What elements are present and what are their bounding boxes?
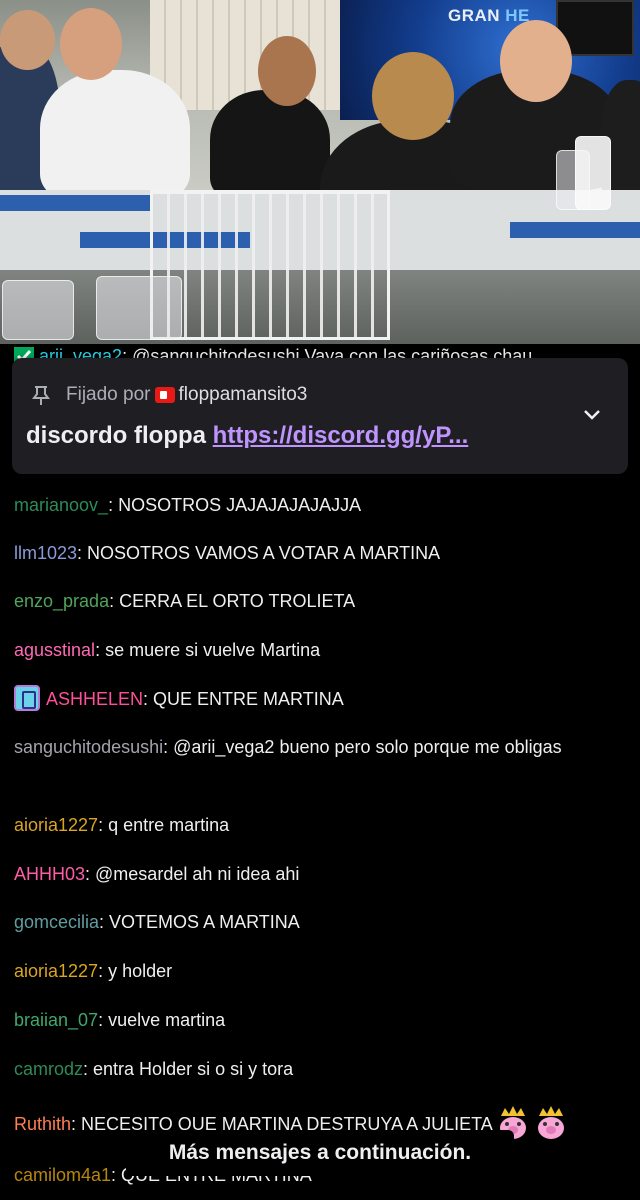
person-head (372, 52, 454, 140)
chat-message-text: : @mesardel ah ni idea ahi (85, 864, 300, 884)
pin-icon (32, 386, 50, 405)
chat-message-text: : NOSOTROS VAMOS A VOTAR A MARTINA (77, 543, 441, 563)
chat-message-text: : q entre martina (98, 815, 230, 835)
video-placemat (510, 222, 640, 238)
chat-message-text: : entra Holder si o si y tora (83, 1059, 294, 1079)
video-glass (575, 136, 611, 210)
chat-message: gomcecilia: VOTEMOS A MARTINA (14, 909, 614, 936)
chevron-down-icon[interactable] (582, 408, 602, 422)
video-glass (96, 276, 182, 340)
video-glass (2, 280, 74, 340)
chat-message: agusstinal: se muere si vuelve Martina (14, 637, 614, 664)
chat-message-text: : @arii_vega2 bueno pero solo porque me … (163, 737, 562, 757)
pinned-by-row: Fijado por floppamansito3 (30, 384, 307, 406)
person-head (60, 8, 122, 80)
chat-username[interactable]: gomcecilia (14, 912, 99, 932)
chat-username[interactable]: braiian_07 (14, 1010, 98, 1030)
chat-message: enzo_prada: CERRA EL ORTO TROLIETA (14, 588, 614, 615)
chat-username[interactable]: sanguchitodesushi (14, 737, 163, 757)
video-player[interactable]: GRAN HE (0, 0, 640, 345)
chat-message: aioria1227: q entre martina (14, 812, 614, 839)
chat-username[interactable]: aioria1227 (14, 815, 98, 835)
chat-username[interactable]: ASHHELEN (46, 689, 143, 709)
broadcaster-badge-icon (154, 387, 175, 403)
person-head (500, 20, 572, 102)
chat-message-text: : CERRA EL ORTO TROLIETA (109, 591, 356, 611)
chat-username[interactable]: AHHH03 (14, 864, 85, 884)
chat-message-text: : QUE ENTRE MARTINA (143, 689, 344, 709)
pinned-by-label: Fijado por (66, 384, 151, 405)
pinned-message-card[interactable]: Fijado por floppamansito3 discordo flopp… (12, 358, 628, 474)
chat-username[interactable]: aioria1227 (14, 961, 98, 981)
pinned-message-body: discordo floppa (26, 422, 213, 449)
chat-message: ASHHELEN: QUE ENTRE MARTINA (14, 685, 614, 713)
more-messages-button[interactable]: Más mensajes a continuación. (126, 1130, 514, 1176)
chat-message: sanguchitodesushi: @arii_vega2 bueno per… (14, 734, 614, 761)
chat-message-text: : VOTEMOS A MARTINA (99, 912, 300, 932)
chat-message-text: : y holder (98, 961, 173, 981)
chat-message: llm1023: NOSOTROS VAMOS A VOTAR A MARTIN… (14, 540, 614, 567)
video-placemat (0, 195, 150, 211)
person-figure (210, 90, 330, 200)
chat-message-text: : vuelve martina (98, 1010, 226, 1030)
chat-message: camrodz: entra Holder si o si y tora (14, 1056, 614, 1083)
subscriber-badge-icon (14, 685, 40, 711)
chat-message-text: : NOSOTROS JAJAJAJAJAJJA (108, 495, 362, 515)
chat-message: braiian_07: vuelve martina (14, 1007, 614, 1034)
crown-pig-emote-icon (537, 1106, 564, 1139)
chat-username[interactable]: llm1023 (14, 543, 77, 563)
chat-username[interactable]: marianoov_ (14, 495, 108, 515)
person-figure (40, 70, 190, 200)
show-logo: GRAN HE (448, 6, 530, 25)
chat-message: aioria1227: y holder (14, 958, 614, 985)
chat-username[interactable]: Ruthith (14, 1114, 71, 1134)
pinned-message-link[interactable]: https://discord.gg/yP... (213, 422, 469, 449)
person-head (0, 10, 55, 70)
person-head (258, 36, 316, 106)
chat-username[interactable]: camilom4a1 (14, 1165, 111, 1185)
chat-message: AHHH03: @mesardel ah ni idea ahi (14, 861, 614, 888)
chat-username[interactable]: enzo_prada (14, 591, 109, 611)
pinned-by-username[interactable]: floppamansito3 (179, 384, 308, 406)
chat-username[interactable]: camrodz (14, 1059, 83, 1079)
chat-message: marianoov_: NOSOTROS JAJAJAJAJAJJA (14, 492, 614, 519)
chat-message-text: : se muere si vuelve Martina (95, 640, 321, 660)
pinned-message-text: discordo floppa https://discord.gg/yP... (26, 422, 468, 450)
chat-username[interactable]: agusstinal (14, 640, 95, 660)
video-dish-rack (150, 190, 390, 340)
